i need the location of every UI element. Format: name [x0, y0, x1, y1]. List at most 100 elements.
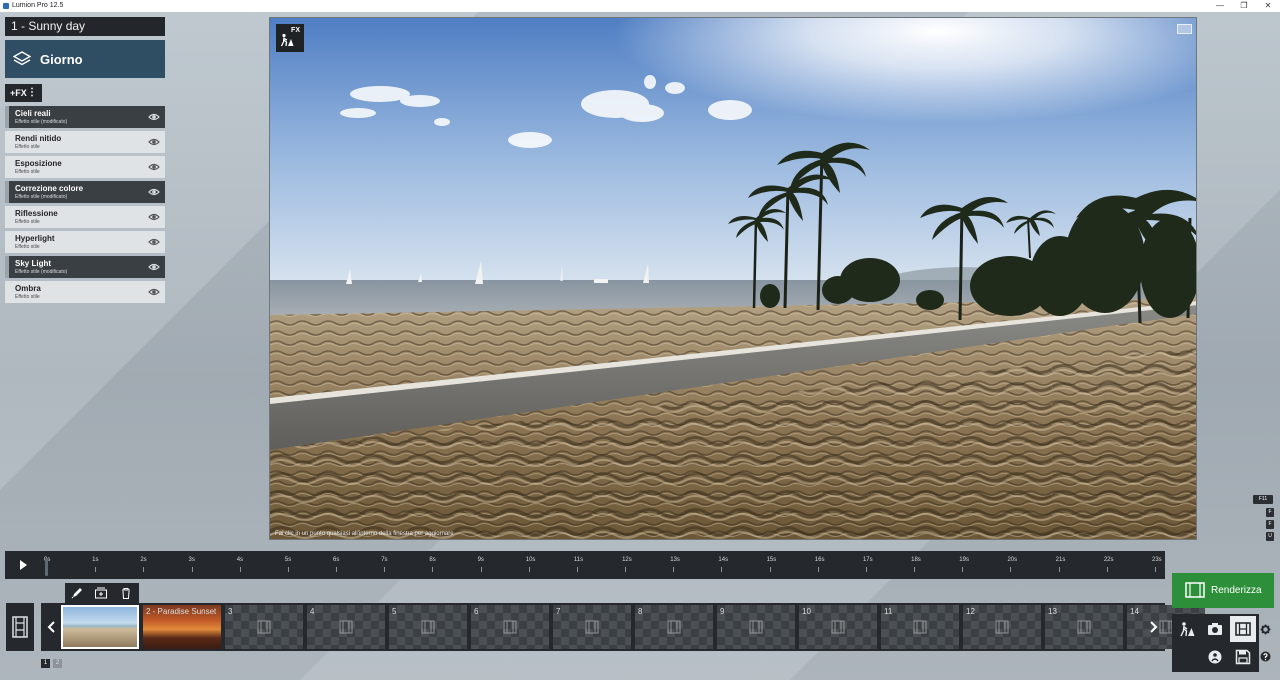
clip-thumbnail[interactable]: 6 [471, 605, 549, 649]
eye-icon[interactable] [148, 187, 160, 197]
add-fx-button[interactable]: +FX ⋮ [5, 84, 42, 102]
help-icon[interactable] [1260, 651, 1271, 662]
clip-label: 13 [1048, 607, 1057, 616]
time-tick-label: 20s [1007, 557, 1018, 563]
360-panorama-button[interactable] [1202, 644, 1228, 670]
effect-row[interactable]: Riflessione Effetto stile [5, 206, 165, 228]
clip-thumbnail[interactable]: 11 [881, 605, 959, 649]
viewport[interactable]: FX Fai clic in un punto qualsiasi all'in… [269, 17, 1197, 540]
time-tick-label: 16s [814, 557, 825, 563]
clip-label: 12 [966, 607, 975, 616]
film-icon [1185, 582, 1205, 598]
play-icon[interactable] [20, 560, 27, 570]
time-tick-label: 6s [333, 557, 340, 563]
walking-person-icon [1180, 622, 1195, 637]
minimize-button[interactable]: — [1208, 0, 1232, 12]
clip-thumbnail[interactable]: 10 [799, 605, 877, 649]
movie-mode-tab[interactable] [1230, 616, 1256, 642]
time-tick [239, 567, 241, 572]
effect-subtitle: Effetto stile [15, 219, 40, 225]
pencil-icon[interactable] [70, 586, 84, 600]
mode-label: Giorno [40, 52, 83, 67]
effect-name: Sky Light [15, 259, 52, 268]
chevron-left-icon[interactable] [44, 618, 60, 636]
time-tick [865, 567, 867, 572]
clip-label: 8 [638, 607, 643, 616]
effect-name: Ombra [15, 284, 41, 293]
eye-icon[interactable] [148, 262, 160, 272]
eye-icon[interactable] [148, 112, 160, 122]
save-button[interactable] [1230, 644, 1256, 670]
add-clip-icon[interactable] [94, 586, 108, 600]
render-button[interactable]: Renderizza [1172, 573, 1274, 608]
time-tick-label: 3s [188, 557, 195, 563]
clip-thumbnail[interactable]: 7 [553, 605, 631, 649]
time-tick-label: 13s [670, 557, 680, 563]
film-placeholder-icon [585, 620, 599, 634]
preset-name-field[interactable]: 1 - Sunny day [5, 17, 165, 36]
time-tick [336, 567, 338, 572]
time-tick-label: 7s [381, 557, 388, 563]
time-tick [673, 567, 675, 572]
time-tick-label: 23s [1152, 557, 1162, 563]
effect-subtitle: Effetto stile (modificato) [15, 119, 68, 125]
film-icon [1235, 622, 1251, 636]
clip-tools [65, 583, 139, 604]
film-placeholder-icon [913, 620, 927, 634]
playhead[interactable] [45, 558, 48, 576]
clip-thumbnail[interactable] [61, 605, 139, 649]
clip-thumbnail[interactable]: 3 [225, 605, 303, 649]
effect-name: Correzione colore [15, 184, 84, 193]
film-placeholder-icon [667, 620, 681, 634]
clip-label: 10 [802, 607, 811, 616]
restore-button[interactable]: ❐ [1232, 0, 1256, 12]
effect-row[interactable]: Correzione colore Effetto stile (modifica… [5, 181, 165, 203]
fullscreen-icon[interactable] [1177, 24, 1192, 34]
effect-row[interactable]: Sky Light Effetto stile (modificato) [5, 256, 165, 278]
effect-row[interactable]: Esposizione Effetto stile [5, 156, 165, 178]
timeline[interactable]: 0s1s2s3s4s5s6s7s8s9s10s11s12s13s14s15s16… [5, 551, 1165, 579]
clip-thumbnail[interactable]: 5 [389, 605, 467, 649]
time-tick-label: 5s [284, 557, 292, 563]
page-1[interactable]: 1 [41, 659, 50, 668]
time-tick-label: 1s [92, 557, 99, 563]
clip-label: 14 [1130, 607, 1139, 616]
more-options-icon[interactable]: ⋮ [27, 84, 37, 102]
close-button[interactable]: ✕ [1256, 0, 1280, 12]
trash-icon[interactable] [119, 586, 133, 600]
build-mode-button[interactable] [1174, 616, 1200, 642]
page-2[interactable]: 2 [53, 659, 62, 668]
eye-icon[interactable] [148, 137, 160, 147]
key-f-1[interactable]: F [1266, 508, 1274, 517]
gear-icon[interactable] [1260, 624, 1271, 635]
movie-mode-button[interactable] [6, 603, 34, 651]
effect-row[interactable]: Rendi nitido Effetto stile [5, 131, 165, 153]
effect-row[interactable]: Hyperlight Effetto stile [5, 231, 165, 253]
mode-card[interactable]: Giorno [5, 40, 165, 78]
clip-thumbnail[interactable]: 8 [635, 605, 713, 649]
key-u[interactable]: U [1266, 532, 1274, 541]
clip-thumbnail[interactable]: 2 - Paradise Sunset [143, 605, 221, 649]
effect-row[interactable]: Cieli reali Effetto stile (modificato) [5, 106, 165, 128]
time-ruler[interactable]: 0s1s2s3s4s5s6s7s8s9s10s11s12s13s14s15s16… [44, 557, 1162, 573]
clip-thumbnail[interactable]: 12 [963, 605, 1041, 649]
clip-label: 4 [310, 607, 315, 616]
time-tick-label: 21s [1055, 557, 1066, 563]
effect-name: Rendi nitido [15, 134, 62, 143]
eye-icon[interactable] [148, 237, 160, 247]
clip-thumbnail[interactable]: 9 [717, 605, 795, 649]
eye-icon[interactable] [148, 162, 160, 172]
viewport-fx-button[interactable]: FX [276, 24, 304, 52]
chevron-right-icon[interactable] [1145, 618, 1161, 636]
clip-thumbnail[interactable]: 13 [1045, 605, 1123, 649]
effect-row[interactable]: Ombra Effetto stile [5, 281, 165, 303]
clip-thumbnail[interactable]: 4 [307, 605, 385, 649]
key-f-2[interactable]: F [1266, 520, 1274, 529]
key-f11[interactable]: F11 [1253, 495, 1273, 504]
time-tick-label: 8s [429, 557, 436, 563]
effect-name: Hyperlight [15, 234, 55, 243]
eye-icon[interactable] [148, 287, 160, 297]
eye-icon[interactable] [148, 212, 160, 222]
floppy-disk-icon [1235, 649, 1251, 665]
photo-mode-button[interactable] [1202, 616, 1228, 642]
